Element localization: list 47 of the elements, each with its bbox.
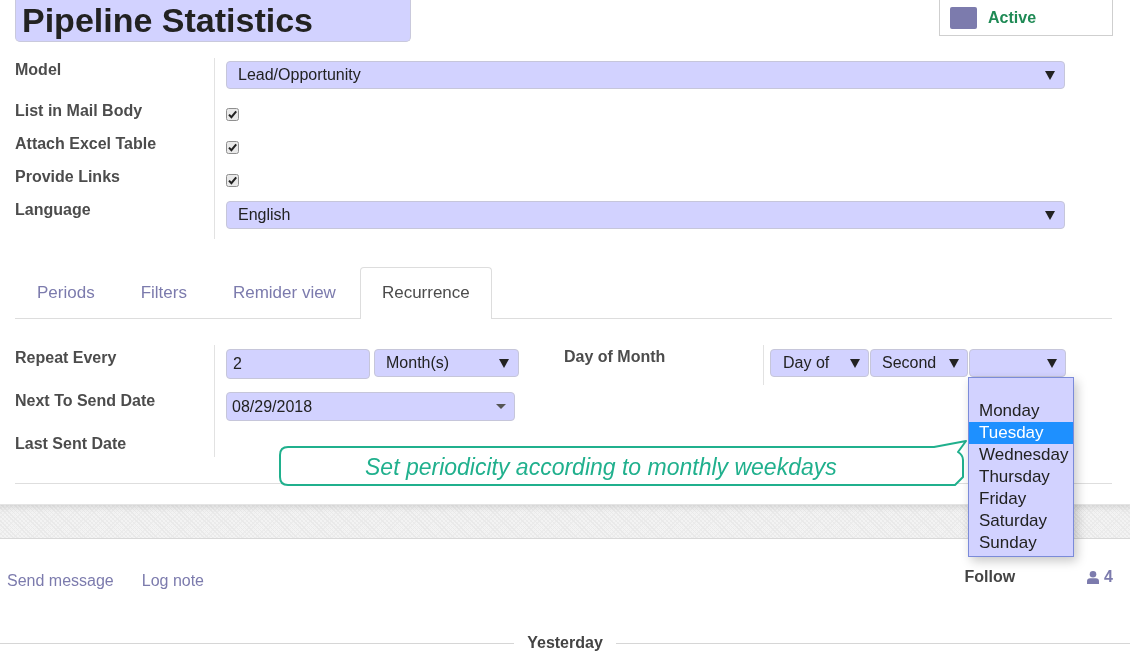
dropdown-option[interactable]: Monday	[969, 400, 1073, 422]
date-field[interactable]: 08/29/2018	[226, 392, 515, 421]
field-label: Language	[15, 200, 91, 220]
square-icon	[950, 6, 977, 29]
field-label: Model	[15, 60, 62, 80]
field-label: Attach Excel Table	[15, 134, 157, 154]
status-button[interactable]: Active	[939, 0, 1113, 36]
select-field[interactable]: Lead/Opportunity	[226, 61, 1065, 89]
number-input[interactable]: 2	[226, 349, 370, 379]
select-field[interactable]	[969, 349, 1066, 377]
date-separator: Yesterday	[526, 633, 604, 653]
tab[interactable]: Remider view	[210, 267, 358, 319]
title-field[interactable]: Pipeline Statistics	[15, 0, 411, 42]
chatter-link[interactable]: Send message	[7, 569, 114, 593]
field-label: Repeat Every	[15, 348, 117, 368]
chatter-link[interactable]: Log note	[141, 569, 204, 593]
dropdown-option[interactable]: Wednesday	[969, 444, 1073, 466]
field-label: List in Mail Body	[15, 101, 143, 121]
field-label: Last Sent Date	[15, 434, 127, 454]
select-field[interactable]: Month(s)	[374, 349, 519, 377]
follow-button[interactable]: Follow	[964, 565, 1016, 589]
select-field[interactable]: Day of	[770, 349, 869, 377]
dropdown-option[interactable]: Sunday	[969, 532, 1073, 554]
person-icon	[1087, 570, 1100, 584]
dropdown-option[interactable]: Thursday	[969, 466, 1073, 488]
dropdown-option[interactable]: Saturday	[969, 510, 1073, 532]
checkbox[interactable]	[226, 108, 239, 121]
field-label: Provide Links	[15, 167, 120, 187]
caret-icon	[1045, 70, 1055, 80]
dropdown-option[interactable]: Friday	[969, 488, 1073, 510]
caret-icon	[499, 358, 509, 368]
caret-icon	[949, 358, 959, 368]
caret-icon	[496, 404, 506, 409]
followers-button[interactable]: 4	[1087, 565, 1113, 589]
tab[interactable]: Periods	[15, 267, 117, 319]
checkbox[interactable]	[226, 141, 239, 154]
callout-text: Set periodicity according to monthly weekdays	[365, 453, 837, 481]
select-field[interactable]: Second	[870, 349, 968, 377]
caret-icon	[1045, 210, 1055, 220]
tab[interactable]: Recurrence	[359, 267, 492, 319]
caret-icon	[1047, 358, 1057, 368]
select-field[interactable]: English	[226, 201, 1065, 229]
tab[interactable]: Filters	[118, 267, 209, 319]
checkbox[interactable]	[226, 174, 239, 187]
caret-icon	[850, 358, 860, 368]
field-label: Next To Send Date	[15, 391, 156, 411]
field-label: Day of Month	[564, 347, 666, 367]
